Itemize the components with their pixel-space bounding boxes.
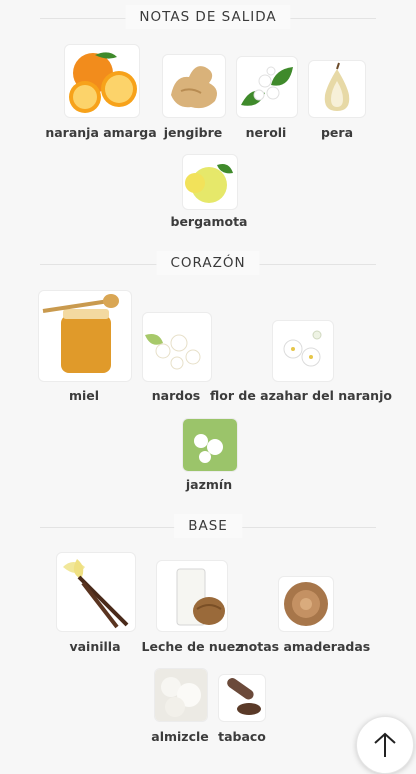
notas-amaderadas-image [278, 576, 334, 632]
naranja-amarga-image [64, 44, 140, 118]
nardos-image [142, 312, 212, 382]
neroli-image [236, 56, 298, 118]
note-label: nardos [151, 388, 201, 403]
note-label: Leche de nuez [141, 639, 243, 654]
flor-de-azahar-image [272, 320, 334, 382]
note-label: bergamota [170, 214, 248, 229]
pera-image [308, 60, 366, 118]
note-label: jengibre [163, 125, 223, 140]
note-label: neroli [245, 125, 287, 140]
note-label: tabaco [218, 729, 266, 744]
arrow-up-icon [374, 732, 396, 757]
note-label: vainilla [69, 639, 121, 654]
vainilla-image [56, 552, 136, 632]
section-header-heart-notes: CORAZÓN [0, 251, 416, 277]
tabaco-image [218, 674, 266, 722]
bergamota-image [182, 154, 238, 210]
note-label: miel [68, 388, 100, 403]
section-title: CORAZÓN [156, 251, 260, 275]
note-label: notas amaderadas [239, 639, 371, 654]
scroll-to-top-button[interactable] [356, 716, 414, 774]
almizcle-image [154, 668, 208, 722]
note-label: pera [320, 125, 354, 140]
section-header-top-notes: NOTAS DE SALIDA [0, 5, 416, 31]
section-title: NOTAS DE SALIDA [125, 5, 291, 29]
jazmin-image [182, 418, 238, 472]
note-label: naranja amarga [45, 125, 157, 140]
note-label: almizcle [151, 729, 209, 744]
jengibre-image [162, 54, 226, 118]
note-label: jazmín [185, 477, 233, 492]
section-title: BASE [174, 514, 242, 538]
note-label: flor de azahar del naranjo [210, 388, 392, 403]
leche-de-nuez-image [156, 560, 228, 632]
section-header-base-notes: BASE [0, 514, 416, 540]
miel-image [38, 290, 132, 382]
